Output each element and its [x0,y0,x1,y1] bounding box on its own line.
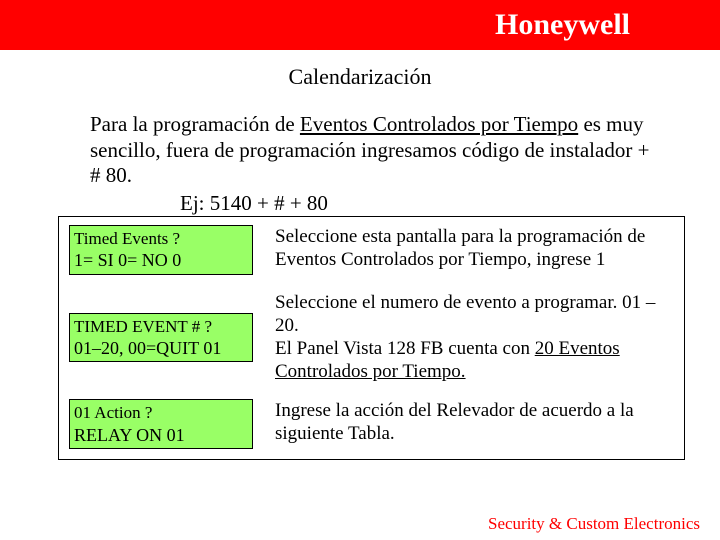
intro-paragraph: Para la programación de Eventos Controla… [90,112,660,189]
lcd-line1: TIMED EVENT # ? [74,316,248,337]
lcd-line1: Timed Events ? [74,228,248,249]
steps-box: Timed Events ? 1= SI 0= NO 0 Seleccione … [58,216,685,460]
lcd-display-3: 01 Action ? RELAY ON 01 [69,399,253,449]
intro-underline: Eventos Controlados por Tiempo [300,112,578,136]
step-desc-3: Ingrese la acción del Relevador de acuer… [253,399,674,445]
lcd-line2: 01–20, 00=QUIT 01 [74,337,248,360]
lcd-line2: 1= SI 0= NO 0 [74,249,248,272]
intro-example: Ej: 5140 + # + 80 [180,191,720,216]
lcd-line2: RELAY ON 01 [74,424,248,447]
page-title: Calendarización [0,64,720,90]
brand-header: Honeywell [0,0,720,50]
step-row-1: Timed Events ? 1= SI 0= NO 0 Seleccione … [69,225,674,275]
intro-pre: Para la programación de [90,112,300,136]
step-row-2: TIMED EVENT # ? 01–20, 00=QUIT 01 Selecc… [69,291,674,384]
lcd-line1: 01 Action ? [74,402,248,423]
lcd-display-2: TIMED EVENT # ? 01–20, 00=QUIT 01 [69,313,253,363]
footer-text: Security & Custom Electronics [488,514,700,534]
step-desc-1: Seleccione esta pantalla para la program… [253,225,674,271]
brand-text: Honeywell [495,8,630,41]
lcd-display-1: Timed Events ? 1= SI 0= NO 0 [69,225,253,275]
step-row-3: 01 Action ? RELAY ON 01 Ingrese la acció… [69,399,674,449]
step-desc-2: Seleccione el numero de evento a program… [253,291,674,384]
